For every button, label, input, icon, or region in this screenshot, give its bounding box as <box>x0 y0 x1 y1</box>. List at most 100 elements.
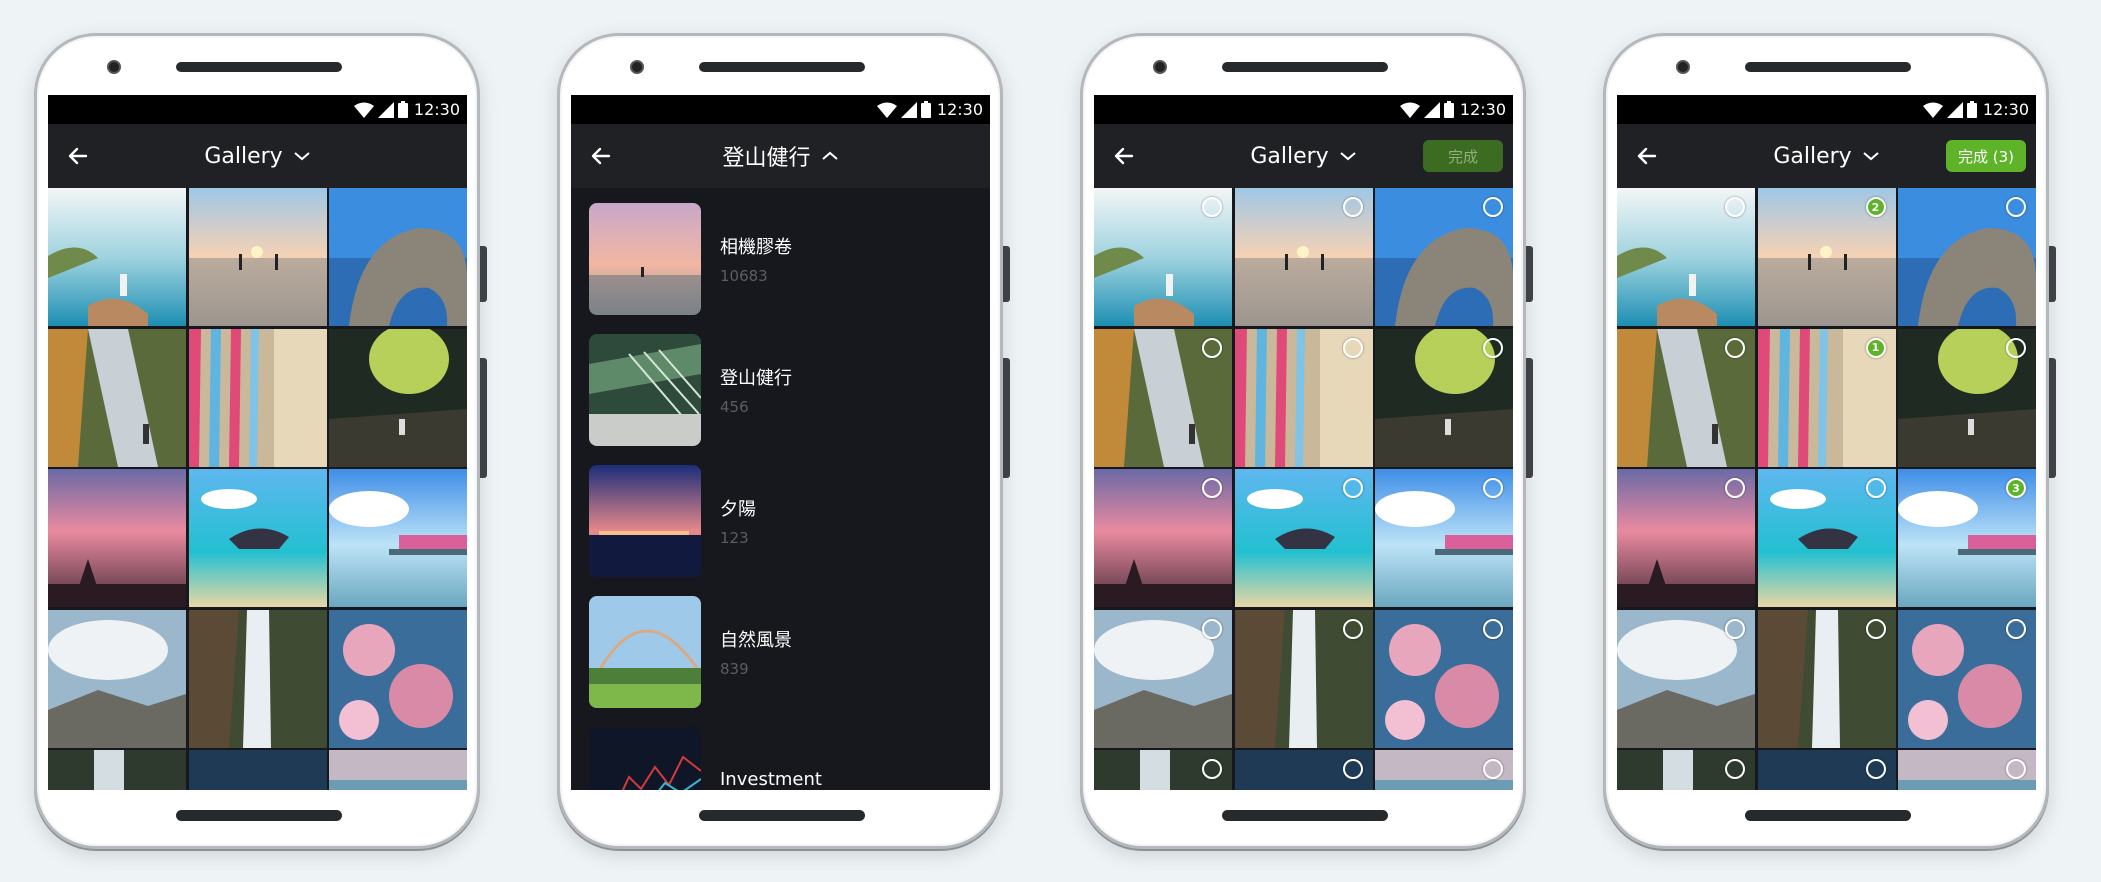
select-circle-icon[interactable] <box>2006 618 2026 639</box>
status-time: 12:30 <box>936 100 983 119</box>
album-name: Investment <box>720 768 822 790</box>
select-circle-icon[interactable]: 1 <box>1865 337 1886 358</box>
photo-grid <box>1094 188 1513 790</box>
photo-tile[interactable] <box>188 469 327 607</box>
photo-tile[interactable] <box>48 188 186 326</box>
select-circle-icon[interactable] <box>1342 197 1363 217</box>
photo-tile[interactable] <box>329 469 467 607</box>
select-circle-icon[interactable] <box>2006 759 2026 779</box>
select-circle-icon[interactable] <box>1202 618 1222 639</box>
select-circle-icon[interactable] <box>1725 197 1745 217</box>
album-item-camera-roll[interactable]: 相機膠卷 10683 <box>589 201 969 317</box>
done-button[interactable]: 完成 (3) <box>1945 140 2026 172</box>
photo-tile[interactable] <box>1617 469 1755 607</box>
photo-tile[interactable] <box>329 188 467 326</box>
select-circle-icon[interactable]: 3 <box>2006 478 2026 498</box>
photo-tile[interactable] <box>329 750 467 790</box>
album-item-hiking[interactable]: 登山健行 456 <box>589 332 969 448</box>
photo-tile[interactable] <box>1375 750 1513 790</box>
select-circle-icon[interactable] <box>1342 759 1363 779</box>
photo-tile[interactable] <box>48 609 186 748</box>
chevron-down-icon <box>1863 152 1879 161</box>
photo-tile[interactable] <box>1617 188 1755 326</box>
photo-tile[interactable] <box>1757 750 1896 790</box>
album-item-sunset[interactable]: 夕陽 123 <box>589 463 969 579</box>
photo-tile[interactable] <box>1234 750 1373 790</box>
photo-tile[interactable]: 2 <box>1757 188 1896 326</box>
photo-tile[interactable] <box>48 328 186 467</box>
album-dropdown[interactable]: 登山健行 <box>571 124 990 188</box>
select-circle-icon[interactable] <box>1483 478 1503 498</box>
photo-tile[interactable] <box>1617 750 1755 790</box>
select-circle-icon[interactable] <box>2006 197 2026 217</box>
app-bar: Gallery <box>48 124 467 188</box>
select-circle-icon[interactable] <box>2006 337 2026 358</box>
photo-tile[interactable] <box>188 750 327 790</box>
select-circle-icon[interactable] <box>1202 197 1222 217</box>
photo-tile[interactable] <box>188 188 327 326</box>
photo-grid <box>48 188 467 790</box>
done-button[interactable]: 完成 <box>1423 140 1503 172</box>
photo-tile[interactable] <box>188 609 327 748</box>
album-dropdown[interactable]: Gallery <box>48 124 467 188</box>
power-button <box>1526 246 1533 302</box>
select-circle-icon[interactable] <box>1342 337 1363 358</box>
photo-tile[interactable] <box>1898 609 2036 748</box>
album-item-nature[interactable]: 自然風景 839 <box>589 594 969 710</box>
select-circle-icon[interactable] <box>1725 618 1745 639</box>
photo-tile[interactable] <box>48 750 186 790</box>
photo-tile[interactable] <box>1094 328 1232 467</box>
volume-button <box>2049 358 2056 478</box>
select-circle-icon[interactable] <box>1202 759 1222 779</box>
wifi-icon <box>353 102 374 118</box>
photo-tile[interactable] <box>1094 750 1232 790</box>
app-bar: Gallery 完成 <box>1094 124 1513 188</box>
photo-tile[interactable] <box>1094 469 1232 607</box>
photo-tile[interactable] <box>1234 609 1373 748</box>
select-circle-icon[interactable] <box>1483 197 1503 217</box>
photo-tile[interactable] <box>1898 188 2036 326</box>
select-circle-icon[interactable] <box>1342 618 1363 639</box>
photo-tile[interactable] <box>1757 609 1896 748</box>
page-title: 登山健行 <box>722 146 811 171</box>
photo-tile[interactable] <box>1375 328 1513 467</box>
photo-tile[interactable] <box>1234 328 1373 467</box>
select-circle-icon[interactable]: 2 <box>1865 197 1886 217</box>
signal-icon <box>1423 101 1440 118</box>
chevron-up-icon <box>821 151 838 160</box>
photo-tile[interactable] <box>1617 328 1755 467</box>
photo-tile[interactable]: 1 <box>1757 328 1896 467</box>
photo-tile[interactable] <box>1234 469 1373 607</box>
photo-tile[interactable] <box>1757 469 1896 607</box>
photo-tile[interactable] <box>188 328 327 467</box>
photo-tile[interactable] <box>48 469 186 607</box>
album-name: 登山健行 <box>720 368 792 389</box>
select-circle-icon[interactable] <box>1483 337 1503 358</box>
photo-tile[interactable] <box>1094 609 1232 748</box>
select-circle-icon[interactable] <box>1865 478 1886 498</box>
photo-tile[interactable] <box>1898 750 2036 790</box>
select-circle-icon[interactable] <box>1865 759 1886 779</box>
photo-tile[interactable] <box>1617 609 1755 748</box>
photo-tile[interactable] <box>1375 188 1513 326</box>
select-circle-icon[interactable] <box>1725 478 1745 498</box>
photo-tile[interactable] <box>1094 188 1232 326</box>
select-circle-icon[interactable] <box>1202 478 1222 498</box>
photo-tile[interactable]: 3 <box>1898 469 2036 607</box>
photo-tile[interactable] <box>1375 609 1513 748</box>
chevron-down-icon <box>1340 152 1356 161</box>
power-button <box>480 246 487 302</box>
select-circle-icon[interactable] <box>1483 759 1503 779</box>
photo-tile[interactable] <box>1898 328 2036 467</box>
select-circle-icon[interactable] <box>1342 478 1363 498</box>
select-circle-icon[interactable] <box>1725 337 1745 358</box>
photo-tile[interactable] <box>1375 469 1513 607</box>
select-circle-icon[interactable] <box>1202 337 1222 358</box>
select-circle-icon[interactable] <box>1725 759 1745 779</box>
album-item-investment[interactable]: Investment <box>589 725 969 790</box>
select-circle-icon[interactable] <box>1865 618 1886 639</box>
select-circle-icon[interactable] <box>1483 618 1503 639</box>
photo-tile[interactable] <box>1234 188 1373 326</box>
photo-tile[interactable] <box>329 609 467 748</box>
photo-tile[interactable] <box>329 328 467 467</box>
